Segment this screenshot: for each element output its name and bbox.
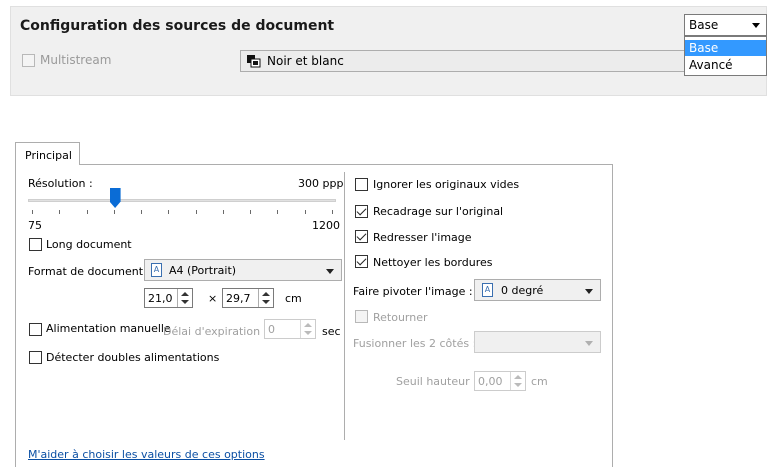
help-link[interactable]: M'aider à choisir les valeurs de ces opt…	[28, 448, 265, 461]
slider-tick	[222, 210, 224, 214]
timeout-unit-label: sec	[322, 325, 341, 338]
document-format-dropdown[interactable]: A A4 (Portrait)	[144, 259, 342, 281]
stepper-down-icon	[262, 300, 270, 304]
slider-tick	[332, 210, 333, 214]
rotate-label: Faire pivoter l'image :	[353, 285, 473, 298]
height-threshold-label: Seuil hauteur :	[396, 375, 477, 388]
size-unit-label: cm	[285, 292, 302, 305]
height-threshold-value: 0,00	[478, 375, 503, 388]
page-portrait-icon: A	[482, 283, 493, 297]
ignore-blank-label: Ignorer les originaux vides	[373, 178, 520, 191]
times-sign: ×	[208, 292, 218, 305]
column-divider	[344, 172, 345, 440]
slider-tick	[141, 210, 143, 214]
chevron-down-icon	[585, 289, 593, 294]
mode-dropdown[interactable]: Base	[684, 14, 767, 36]
timeout-label: Délai d'expiration :	[163, 325, 268, 338]
stepper-down-icon	[514, 383, 522, 387]
mode-option-avance[interactable]: Avancé	[685, 57, 766, 73]
mode-option-base[interactable]: Base	[685, 40, 766, 56]
rotate-value: 0 degré	[501, 284, 544, 297]
slider-tick	[195, 210, 197, 214]
double-feed-label: Détecter doubles alimentations	[46, 351, 220, 364]
stepper-buttons[interactable]	[510, 372, 525, 390]
stepper-down-icon	[181, 300, 189, 304]
slider-tick	[304, 210, 306, 214]
mode-dropdown-value: Base	[689, 18, 719, 32]
resolution-slider-track[interactable]	[28, 199, 336, 202]
stepper-up-icon	[514, 375, 522, 379]
ignore-blank-checkbox[interactable]	[355, 178, 368, 191]
straighten-checkbox[interactable]	[355, 230, 368, 243]
chevron-down-icon	[326, 269, 334, 274]
chevron-down-icon	[752, 23, 760, 28]
height-stepper[interactable]: 29,7	[222, 288, 274, 308]
merge-sides-dropdown[interactable]	[474, 331, 601, 353]
stepper-up-icon	[304, 323, 312, 327]
clean-borders-checkbox[interactable]	[355, 255, 368, 268]
multistream-checkbox[interactable]	[22, 54, 35, 67]
clean-borders-label: Nettoyer les bordures	[373, 256, 493, 269]
manual-feed-checkbox[interactable]	[29, 323, 42, 336]
rotate-dropdown[interactable]: A 0 degré	[474, 279, 601, 301]
stepper-down-icon	[304, 331, 312, 335]
width-value: 21,0	[148, 292, 173, 305]
straighten-label: Redresser l'image	[373, 231, 472, 244]
multistream-label: Multistream	[40, 53, 112, 67]
timeout-stepper[interactable]: 0	[264, 319, 316, 339]
format-label: Format de document :	[28, 265, 151, 278]
slider-tick	[250, 210, 252, 214]
color-mode-value: Noir et blanc	[267, 54, 344, 68]
timeout-value: 0	[268, 323, 275, 336]
stepper-buttons[interactable]	[300, 320, 315, 338]
slider-tick	[168, 210, 170, 214]
slider-tick	[113, 210, 115, 214]
chevron-down-icon	[585, 341, 593, 346]
merge-sides-label: Fusionner les 2 côtés :	[353, 337, 477, 350]
tab-principal[interactable]: Principal	[15, 142, 80, 165]
long-document-label: Long document	[46, 238, 132, 251]
crop-original-label: Recadrage sur l'original	[373, 205, 504, 218]
height-threshold-stepper[interactable]: 0,00	[474, 371, 526, 391]
height-value: 29,7	[226, 292, 251, 305]
stepper-buttons[interactable]	[258, 289, 273, 307]
mode-dropdown-list: Base Avancé	[684, 36, 767, 76]
slider-tick	[59, 210, 61, 214]
manual-feed-label: Alimentation manuelle	[46, 322, 171, 335]
stepper-buttons[interactable]	[177, 289, 192, 307]
stepper-up-icon	[262, 292, 270, 296]
page-portrait-icon: A	[151, 263, 162, 277]
slider-tick	[32, 210, 33, 214]
tab-principal-label: Principal	[25, 149, 72, 162]
slider-tick	[277, 210, 279, 214]
flip-checkbox[interactable]	[355, 310, 368, 323]
resolution-label: Résolution :	[28, 177, 93, 190]
stepper-up-icon	[181, 292, 189, 296]
bw-color-icon	[247, 55, 261, 68]
crop-original-checkbox[interactable]	[355, 205, 368, 218]
page-title: Configuration des sources de document	[20, 18, 335, 34]
slider-max-label: 1200	[312, 219, 340, 232]
slider-tick	[86, 210, 88, 214]
resolution-value: 300 ppp	[298, 177, 344, 190]
width-stepper[interactable]: 21,0	[144, 288, 193, 308]
document-format-value: A4 (Portrait)	[169, 264, 237, 277]
slider-min-label: 75	[28, 219, 42, 232]
double-feed-checkbox[interactable]	[29, 351, 42, 364]
long-document-checkbox[interactable]	[29, 238, 42, 251]
height-threshold-unit: cm	[531, 375, 548, 388]
tab-panel	[15, 164, 613, 467]
flip-label: Retourner	[373, 311, 428, 324]
